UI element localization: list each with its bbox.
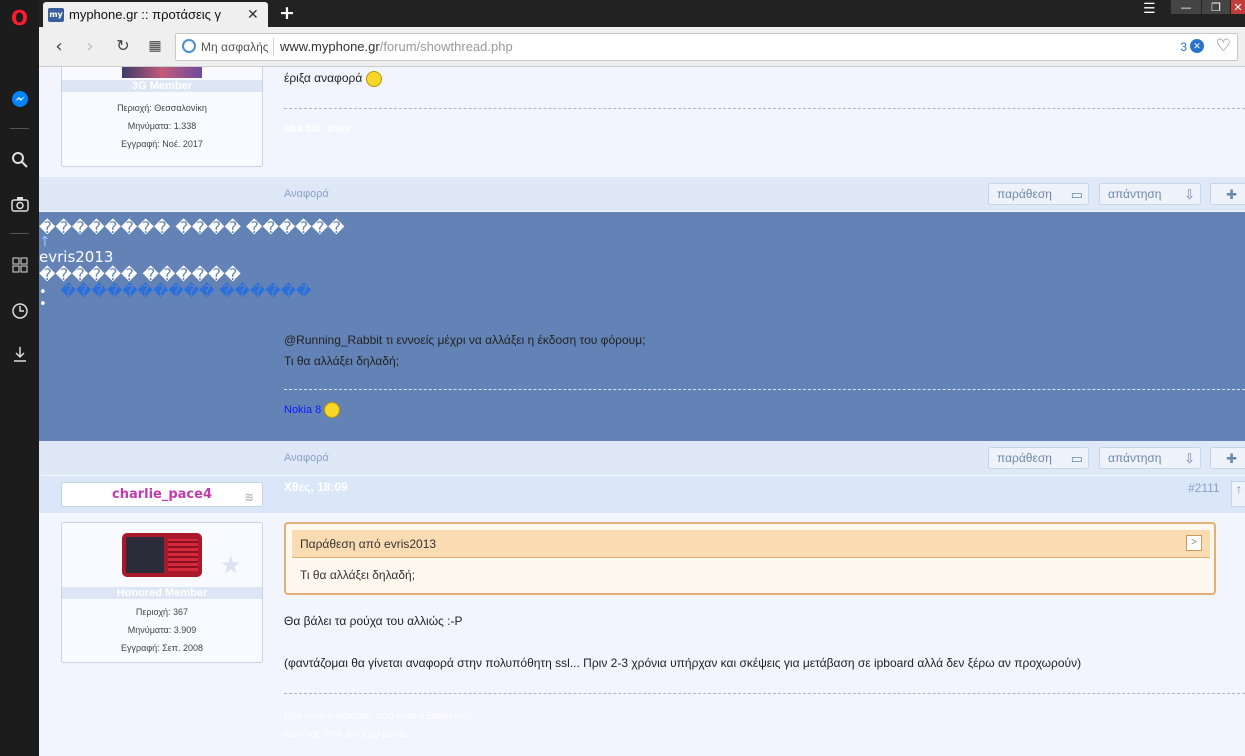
- post-number[interactable]: #2111: [1188, 481, 1220, 495]
- post-actions-bar: Αναφορά παράθεση ▭ απάντηση ⇩ ✚: [39, 177, 1245, 211]
- camera-icon[interactable]: [7, 191, 32, 216]
- not-secure-icon: [182, 39, 196, 53]
- close-window-icon[interactable]: ✕: [1231, 0, 1245, 14]
- post-message-line: (φαντάζομαι θα γίνεται αναφορά στην πολυ…: [284, 656, 1082, 670]
- downloads-icon[interactable]: [7, 341, 32, 366]
- reply-arrow-icon: ⇩: [1184, 187, 1195, 202]
- avatar[interactable]: [122, 67, 202, 78]
- post-message: έριξα αναφορά: [284, 71, 382, 87]
- user-role: 3G Member: [62, 80, 262, 92]
- quote-button[interactable]: παράθεση ▭: [988, 447, 1089, 469]
- quote-body: Τι θα αλλάξει δηλαδή;: [300, 568, 416, 582]
- post-message: @Running_Rabbit τι εννοείς μέχρι να αλλά…: [284, 333, 646, 368]
- multiquote-button[interactable]: ✚: [1210, 183, 1245, 205]
- opera-sidebar: O: [0, 0, 39, 756]
- tab-bar: my myphone.gr :: προτάσεις γ ✕ + ☰ — ❐ ✕: [39, 0, 1245, 27]
- report-link[interactable]: Αναφορά: [284, 188, 329, 200]
- garbled-text: �������� ���� ������: [39, 218, 345, 237]
- forward-icon[interactable]: ›: [79, 36, 101, 57]
- url-field[interactable]: Μη ασφαλής www.myphone.gr/forum/showthre…: [175, 33, 1238, 61]
- post-actions-bar: Αναφορά παράθεση ▭ απάντηση ⇩ ✚: [39, 441, 1245, 475]
- messenger-icon[interactable]: [7, 86, 32, 111]
- multiquote-button[interactable]: ✚: [1210, 447, 1245, 469]
- new-tab-icon[interactable]: +: [279, 2, 295, 24]
- tab-title: myphone.gr :: προτάσεις γ: [69, 7, 222, 22]
- forum-page: 3G Member Περιοχή: Θεσσαλονίκη Μηνύματα:…: [39, 67, 1245, 756]
- post-date: Χθες, 18:09: [284, 480, 348, 494]
- list-bullet: •: [39, 297, 47, 312]
- post-username[interactable]: evris2013: [39, 248, 113, 266]
- speech-bubble-icon: ▭: [1070, 451, 1083, 466]
- reply-arrow-icon: ⇩: [1184, 451, 1195, 466]
- post-signature: aka bill_thes: [284, 123, 351, 135]
- reply-button[interactable]: απάντηση ⇩: [1099, 447, 1201, 469]
- post-signature: Πού είναι ο Κάιστας, πού είναι ο Βαλεντί…: [284, 711, 474, 740]
- avatar[interactable]: [122, 533, 202, 577]
- opera-logo-icon[interactable]: O: [7, 5, 32, 30]
- speed-dial-icon[interactable]: [7, 252, 32, 277]
- post-username[interactable]: charlie_pace4 ≋: [61, 482, 263, 507]
- user-role: Honored Member: [62, 587, 262, 599]
- tab-myphone[interactable]: my myphone.gr :: προτάσεις γ ✕: [43, 2, 268, 27]
- minimize-icon[interactable]: —: [1171, 0, 1201, 14]
- search-icon[interactable]: [7, 147, 32, 172]
- scroll-top-icon[interactable]: ↑: [1231, 481, 1245, 507]
- garbled-link[interactable]: ���������� ������: [61, 282, 312, 300]
- site-favicon-icon: my: [48, 7, 64, 22]
- reply-button[interactable]: απάντηση ⇩: [1099, 183, 1201, 205]
- adblock-icon[interactable]: ✕: [1190, 39, 1204, 53]
- post-block-evris: �������� ���� ������ ↑ evris2013 ������ …: [39, 212, 1245, 441]
- user-info-box: 3G Member Περιοχή: Θεσσαλονίκη Μηνύματα:…: [61, 67, 263, 167]
- history-icon[interactable]: [7, 298, 32, 323]
- online-status-icon: ≋: [243, 490, 254, 504]
- view-post-icon[interactable]: >: [1186, 535, 1202, 551]
- bookmark-heart-icon[interactable]: ♡: [1216, 36, 1231, 56]
- tabs-grid-icon[interactable]: ▦: [144, 38, 166, 54]
- quote-button[interactable]: παράθεση ▭: [988, 183, 1089, 205]
- rank-star-icon: ★: [220, 552, 242, 579]
- plus-icon: ✚: [1226, 451, 1237, 466]
- quote-header: Παράθεση από evris2013 >: [292, 530, 1210, 558]
- menu-icon[interactable]: ☰: [1143, 1, 1156, 17]
- smiley-icon: [324, 402, 341, 418]
- adblock-count: 3: [1180, 40, 1187, 54]
- smiley-icon: [365, 71, 382, 87]
- url-text[interactable]: www.myphone.gr/forum/showthread.php: [280, 39, 513, 54]
- post-signature: Nokia 8: [284, 402, 341, 418]
- list-bullet: • ���������� ������: [39, 282, 312, 300]
- quote-block: Παράθεση από evris2013 > Τι θα αλλάξει δ…: [284, 522, 1216, 595]
- user-stats: Περιοχή: Θεσσαλονίκη Μηνύματα: 1.338 Εγγ…: [117, 103, 207, 149]
- post-message-line: Θα βάλει τα ρούχα του αλλιώς :-P: [284, 614, 463, 628]
- tab-close-icon[interactable]: ✕: [247, 7, 259, 23]
- post-header-bar: charlie_pace4 ≋ Χθες, 18:09 #2111 ↑: [39, 476, 1245, 513]
- security-label: Μη ασφαλής: [201, 40, 269, 54]
- plus-icon: ✚: [1226, 187, 1237, 202]
- restore-icon[interactable]: ❐: [1202, 0, 1230, 14]
- speech-bubble-icon: ▭: [1070, 187, 1083, 202]
- user-stats: Περιοχή: 367 Μηνύματα: 3.909 Εγγραφή: Σε…: [121, 607, 203, 653]
- reload-icon[interactable]: ↻: [112, 36, 134, 55]
- report-link[interactable]: Αναφορά: [284, 452, 329, 464]
- back-icon[interactable]: ‹: [48, 36, 70, 57]
- user-info-box: ★ Honored Member Περιοχή: 367 Μηνύματα: …: [61, 522, 263, 663]
- address-bar: ‹ › ↻ ▦ Μη ασφαλής www.myphone.gr/forum/…: [39, 27, 1245, 67]
